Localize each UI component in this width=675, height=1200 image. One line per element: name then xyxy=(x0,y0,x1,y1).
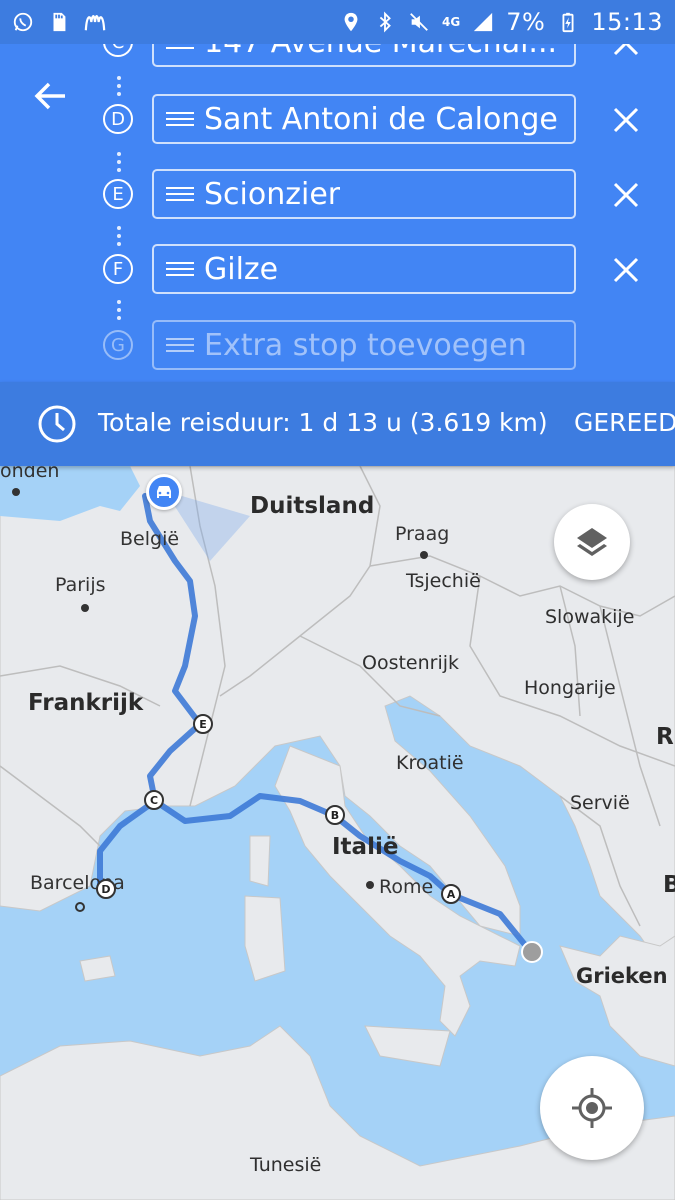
directions-panel: C 147 Avenue Maréchal... D Sant Antoni d… xyxy=(0,44,675,382)
close-icon xyxy=(613,182,639,208)
route-marker-a[interactable]: A xyxy=(441,884,461,904)
remove-stop-e-button[interactable] xyxy=(606,177,646,213)
stop-letter-d: D xyxy=(103,104,133,134)
remove-stop-f-button[interactable] xyxy=(606,252,646,288)
stop-letter-c: C xyxy=(103,44,133,57)
country-label: Slowakije xyxy=(545,606,635,628)
current-location-car[interactable] xyxy=(146,474,182,510)
my-location-button[interactable] xyxy=(540,1056,644,1160)
route-marker-e[interactable]: E xyxy=(193,714,213,734)
add-stop-placeholder: Extra stop toevoegen xyxy=(204,327,527,363)
land-corsica xyxy=(249,835,271,887)
drag-handle-icon[interactable] xyxy=(166,261,194,277)
country-label: Frankrijk xyxy=(28,690,144,716)
route-end-point xyxy=(521,941,543,963)
mute-icon xyxy=(408,11,430,33)
signal-icon xyxy=(472,11,494,33)
stop-row-d: D Sant Antoni de Calonge xyxy=(0,94,675,146)
stop-letter-f: F xyxy=(103,254,133,284)
land-sardinia xyxy=(244,895,286,982)
close-icon xyxy=(613,107,639,133)
sd-card-icon xyxy=(48,11,70,33)
drag-handle-icon[interactable] xyxy=(166,111,194,127)
stop-field-c[interactable]: 147 Avenue Maréchal... xyxy=(152,44,576,67)
car-icon xyxy=(157,486,171,498)
drag-handle-icon xyxy=(166,338,194,352)
country-label: B xyxy=(663,872,675,898)
stop-name: Gilze xyxy=(204,251,279,287)
city-label: Rome xyxy=(379,876,434,898)
city-dot xyxy=(366,881,374,889)
add-stop-field[interactable]: Extra stop toevoegen xyxy=(152,320,576,370)
clock-icon xyxy=(38,405,76,443)
network-type: 4G xyxy=(442,15,461,29)
route-marker-d[interactable]: D xyxy=(96,879,116,899)
stop-row-add: G Extra stop toevoegen xyxy=(0,320,675,372)
stop-letter-e: E xyxy=(103,179,133,209)
country-label: Kroatië xyxy=(396,752,464,774)
trip-summary-bar: Totale reisduur: 1 d 13 u (3.619 km) GER… xyxy=(0,382,675,466)
map-view[interactable]: Duitsland België Frankrijk Tsjechië Slow… xyxy=(0,466,675,1200)
stop-field-e[interactable]: Scionzier xyxy=(152,169,576,219)
drag-handle-icon[interactable] xyxy=(166,186,194,202)
country-label: België xyxy=(120,528,180,550)
battery-charging-icon xyxy=(557,11,579,33)
stop-row-f: F Gilze xyxy=(0,244,675,296)
stop-name: Sant Antoni de Calonge xyxy=(204,101,558,137)
stop-letter-g: G xyxy=(103,330,133,360)
battery-percent: 7% xyxy=(506,8,546,36)
city-dot xyxy=(81,604,89,612)
stop-field-d[interactable]: Sant Antoni de Calonge xyxy=(152,94,576,144)
stops-list: C 147 Avenue Maréchal... D Sant Antoni d… xyxy=(0,44,675,382)
close-icon xyxy=(613,44,639,56)
remove-stop-c-button[interactable] xyxy=(606,44,646,61)
done-button[interactable]: GEREED xyxy=(574,408,675,437)
close-icon xyxy=(613,257,639,283)
country-label: Tunesië xyxy=(250,1154,322,1176)
stop-name: Scionzier xyxy=(204,176,341,212)
country-label: Duitsland xyxy=(250,493,375,519)
clock-time: 15:13 xyxy=(591,8,663,36)
country-label: R xyxy=(656,724,674,750)
country-label: Italië xyxy=(332,834,399,860)
city-dot xyxy=(12,488,20,496)
country-label: Tsjechië xyxy=(406,570,481,592)
city-label: Praag xyxy=(395,523,450,545)
total-duration: Totale reisduur: 1 d 13 u (3.619 km) xyxy=(98,408,548,437)
country-label: Servië xyxy=(570,792,630,814)
bluetooth-icon xyxy=(374,11,396,33)
stop-field-f[interactable]: Gilze xyxy=(152,244,576,294)
stop-row-c: C 147 Avenue Maréchal... xyxy=(0,44,675,69)
layers-button[interactable] xyxy=(554,504,630,580)
city-label: Parijs xyxy=(55,574,106,596)
whatsapp-icon xyxy=(12,11,34,33)
country-label: Hongarije xyxy=(524,677,616,699)
country-label: Grieken xyxy=(576,964,668,988)
route-marker-c[interactable]: C xyxy=(144,790,164,810)
stop-name: 147 Avenue Maréchal... xyxy=(204,44,557,60)
land-balearics xyxy=(79,955,116,982)
my-location-icon xyxy=(572,1088,612,1128)
status-bar: 4G 7% 15:13 xyxy=(0,0,675,44)
route-marker-b[interactable]: B xyxy=(325,805,345,825)
location-icon xyxy=(340,11,362,33)
country-label: Oostenrijk xyxy=(362,652,460,674)
layers-icon xyxy=(577,528,607,556)
mcdonalds-icon xyxy=(84,11,106,33)
city-dot xyxy=(420,551,428,559)
city-label: onden xyxy=(0,466,60,482)
remove-stop-d-button[interactable] xyxy=(606,102,646,138)
drag-handle-icon[interactable] xyxy=(166,44,194,50)
stop-row-e: E Scionzier xyxy=(0,169,675,221)
